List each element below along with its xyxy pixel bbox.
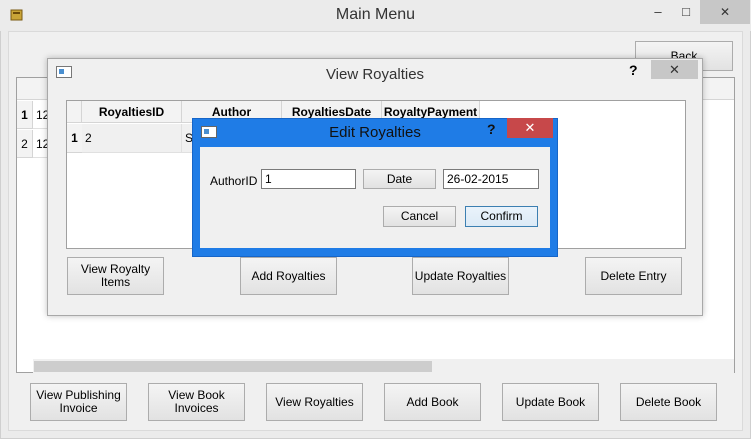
add-royalties-button[interactable]: Add Royalties xyxy=(240,257,337,295)
edit-royalties-client-area xyxy=(200,147,550,248)
scrollbar-thumb[interactable] xyxy=(34,361,432,372)
column-header-royalties-id[interactable]: RoyaltiesID xyxy=(82,101,182,123)
table-cell[interactable]: 2 xyxy=(82,124,182,153)
author-id-field[interactable] xyxy=(261,169,356,189)
help-button[interactable]: ? xyxy=(487,121,501,139)
date-button[interactable]: Date xyxy=(363,169,436,189)
close-icon: ✕ xyxy=(524,120,536,135)
minimize-icon: – xyxy=(654,4,662,19)
edit-royalties-title: Edit Royalties xyxy=(329,124,421,141)
confirm-button[interactable]: Confirm xyxy=(465,206,538,227)
view-royalty-items-button[interactable]: View Royalty Items xyxy=(67,257,164,295)
main-window-title: Main Menu xyxy=(335,6,416,23)
update-book-button[interactable]: Update Book xyxy=(502,383,599,421)
edit-royalties-close-button[interactable]: ✕ xyxy=(507,118,553,138)
view-royalties-button[interactable]: View Royalties xyxy=(266,383,363,421)
delete-book-button[interactable]: Delete Book xyxy=(620,383,717,421)
view-book-invoices-button[interactable]: View Book Invoices xyxy=(148,383,245,421)
date-field[interactable] xyxy=(443,169,539,189)
view-royalties-title: View Royalties xyxy=(325,66,425,83)
close-button[interactable]: ✕ xyxy=(700,0,750,24)
close-icon: ✕ xyxy=(669,62,680,77)
minimize-button[interactable]: – xyxy=(645,0,671,24)
maximize-icon: □ xyxy=(682,4,690,19)
cancel-button[interactable]: Cancel xyxy=(383,206,456,227)
view-publishing-invoice-button[interactable]: View Publishing Invoice xyxy=(30,383,127,421)
author-id-label: AuthorID xyxy=(210,174,258,188)
maximize-button[interactable]: □ xyxy=(673,0,699,24)
update-royalties-button[interactable]: Update Royalties xyxy=(412,257,509,295)
delete-entry-button[interactable]: Delete Entry xyxy=(585,257,682,295)
close-icon: ✕ xyxy=(719,5,731,19)
view-royalties-close-button[interactable]: ✕ xyxy=(651,60,698,79)
table-row-header[interactable]: 1 xyxy=(67,124,83,153)
add-book-button[interactable]: Add Book xyxy=(384,383,481,421)
table-row-header[interactable]: 1 xyxy=(17,101,33,129)
help-button[interactable]: ? xyxy=(629,62,645,80)
table-corner[interactable] xyxy=(67,101,82,123)
table-row-header[interactable]: 2 xyxy=(17,130,33,158)
